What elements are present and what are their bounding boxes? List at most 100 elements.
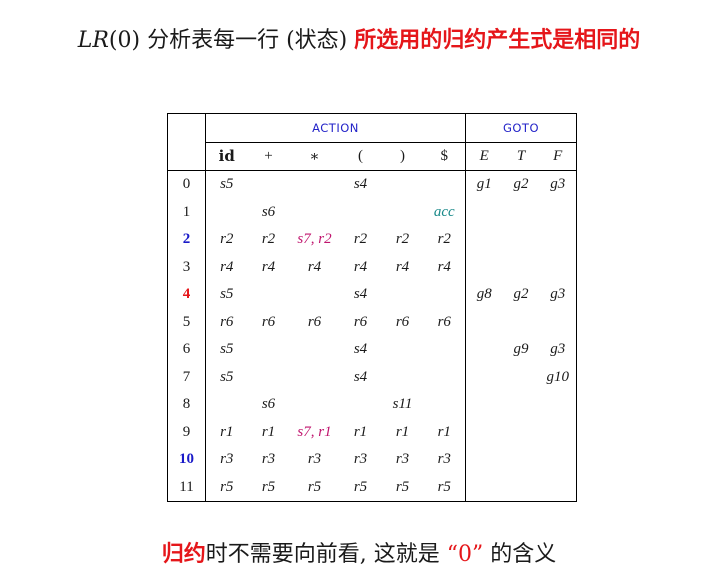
action-cell (423, 281, 466, 309)
action-cell (248, 364, 290, 392)
action-cell: r6 (261, 313, 276, 330)
action-cell: r5 (381, 473, 424, 502)
state-cell: 11 (167, 473, 206, 502)
action-cell: r4 (423, 253, 466, 281)
action-cell: s5 (220, 176, 234, 193)
footer-highlight: 归约 (161, 541, 206, 567)
action-col-header: + (247, 142, 290, 171)
goto-cell: g3 (539, 336, 577, 364)
action-cell: r5 (339, 473, 382, 502)
goto-cell (503, 446, 540, 474)
action-cell: r5 (247, 473, 290, 502)
state-cell: 0 (167, 170, 206, 199)
action-cell: r1 (261, 423, 276, 440)
goto-cell (503, 309, 540, 337)
state-cell: 5 (167, 308, 206, 336)
action-cell: r1 (220, 423, 234, 440)
table-row: 4 s5 s4 g8 g2 g3 (167, 281, 577, 309)
action-cell: r3 (395, 451, 410, 468)
action-cell: s5 (220, 341, 234, 358)
action-cell: r4 (220, 258, 234, 275)
action-col-header: ( (339, 142, 382, 171)
table-row: 11 r5 r5 r5 r5 r5 r5 (167, 473, 577, 502)
footer-quote: “0” (446, 542, 484, 567)
state-cell: 8 (167, 391, 206, 419)
goto-cell (539, 418, 577, 446)
action-cell: s7, r1 (297, 423, 332, 440)
corner-cell (167, 113, 206, 142)
state-cell: 3 (167, 253, 206, 281)
state-cell: 7 (167, 363, 206, 391)
goto-cell: g1 (476, 176, 492, 193)
action-cell (290, 171, 340, 199)
action-cell: r2 (353, 231, 368, 248)
goto-cell (465, 473, 503, 502)
table-row: 3 r4 r4 r4 r4 r4 r4 (167, 253, 577, 282)
action-cell: r6 (395, 313, 410, 330)
goto-cell (539, 226, 577, 254)
goto-cell: g10 (539, 363, 577, 391)
action-cell (423, 170, 466, 199)
action-cell: s4 (353, 341, 368, 358)
action-cell: r3 (261, 451, 276, 468)
action-cell: r6 (307, 313, 322, 330)
state-cell: 2 (167, 226, 206, 254)
action-cell (382, 336, 424, 364)
goto-cell (466, 199, 503, 227)
column-header-row: id + ∗() $ E T F (167, 142, 577, 171)
goto-cell (539, 446, 577, 474)
action-cell: s5 (220, 286, 234, 303)
table-row: 6 s5 s4 g9 g3 (167, 336, 577, 364)
action-cell: r1 (395, 423, 410, 440)
action-col-header: id (205, 142, 248, 171)
goto-cell (466, 254, 503, 282)
goto-cell: g9 (513, 341, 529, 358)
action-cell (382, 364, 424, 392)
goto-col-header: F (539, 142, 577, 171)
goto-cell (503, 364, 540, 392)
action-cell (206, 391, 248, 419)
action-cell: s4 (353, 286, 368, 303)
action-cell: r5 (289, 473, 340, 502)
goto-cell (539, 391, 577, 419)
action-cell: r6 (423, 308, 466, 336)
action-col-header: ∗ (289, 142, 340, 171)
goto-cell (539, 308, 577, 336)
action-cell (248, 281, 290, 309)
goto-cell (503, 391, 540, 419)
title-mid: 分析表每一行 (状态) (140, 28, 355, 53)
action-col-header: $ (423, 142, 466, 171)
table-row: 5 r6 r6 r6 r6 r6 r6 (167, 308, 577, 337)
action-cell (340, 199, 382, 227)
action-cell: r3 (220, 451, 234, 468)
action-cell: r2 (395, 231, 410, 248)
action-col-header: ) (381, 142, 424, 171)
goto-cell (539, 253, 577, 281)
action-cell (248, 336, 290, 364)
corner-cell-lower (167, 142, 206, 171)
goto-cell (466, 391, 503, 419)
goto-cell: g2 (513, 176, 529, 193)
action-cell: r1 (423, 418, 466, 446)
action-cell: s11 (392, 396, 413, 413)
footer-mid: 时不需要向前看, 这就是 (205, 542, 447, 567)
goto-cell (466, 226, 503, 254)
goto-cell: g3 (539, 170, 577, 199)
state-cell: 4 (167, 281, 206, 309)
action-cell: acc (423, 198, 466, 226)
action-cell: s6 (261, 396, 276, 413)
goto-col-header: E (465, 142, 503, 171)
slide-title: LR(0) 分析表每一行 (状态) 所选用的归约产生式是相同的 (0, 22, 718, 54)
goto-col-header: T (502, 142, 540, 171)
action-cell (290, 364, 340, 392)
goto-cell (466, 336, 503, 364)
table-row: 1 s6 acc (167, 198, 577, 227)
table-row: 2 r2 r2 s7, r2 r2 r2 r2 (167, 226, 577, 254)
action-cell: r2 (261, 231, 276, 248)
title-zero: (0) (108, 28, 141, 53)
title-lr: LR (77, 28, 109, 53)
goto-cell (466, 446, 503, 474)
goto-group-header: GOTO (465, 113, 577, 143)
goto-cell (539, 198, 577, 226)
action-cell: s4 (353, 176, 368, 193)
